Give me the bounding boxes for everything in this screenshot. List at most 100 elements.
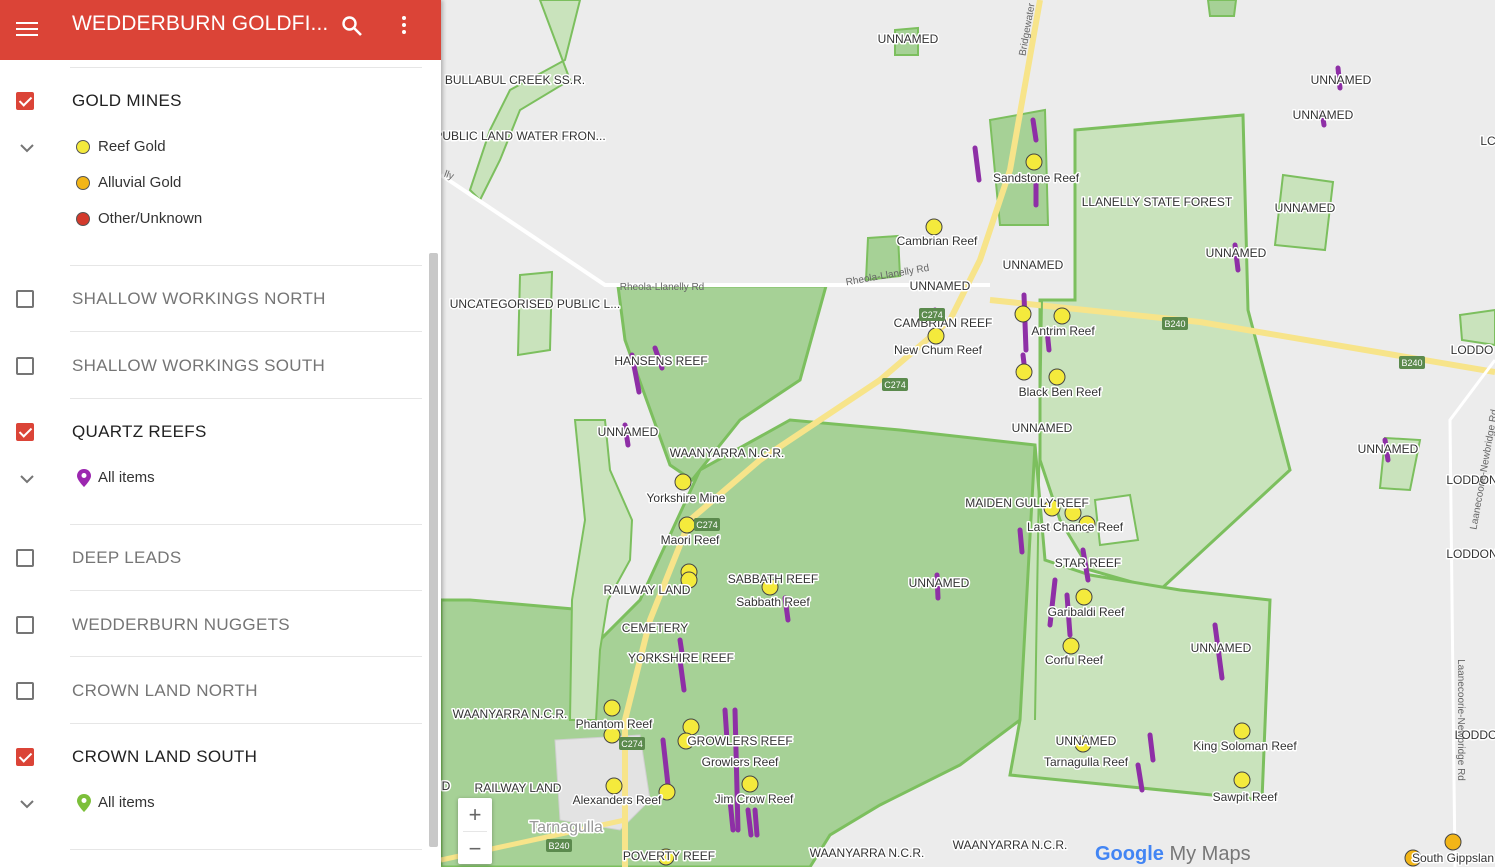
quartz-reef-line bbox=[745, 807, 754, 838]
map-place-label: Yorkshire Mine bbox=[647, 491, 726, 505]
gold-mines-checkbox[interactable] bbox=[16, 92, 34, 110]
layer-gold-mines[interactable]: GOLD MINES bbox=[72, 91, 182, 111]
map-header: WEDDERBURN GOLDFI... bbox=[0, 0, 441, 60]
shallow-workings-north-checkbox[interactable] bbox=[16, 290, 34, 308]
map-place-label: PUBLIC LAND WATER FRON... bbox=[434, 129, 605, 143]
map-place-label: UNNAMED bbox=[1275, 201, 1336, 215]
map-place-label: Corfu Reef bbox=[1045, 653, 1104, 667]
divider bbox=[70, 398, 422, 399]
gold-mine-marker bbox=[1053, 307, 1071, 325]
quartz-reef-line bbox=[1030, 117, 1039, 143]
road-shield-text: B240 bbox=[1401, 358, 1422, 368]
map-place-label: UNNAMED bbox=[878, 32, 939, 46]
map-title[interactable]: WEDDERBURN GOLDFI... bbox=[72, 12, 328, 36]
panel-scrollbar[interactable] bbox=[429, 253, 438, 847]
map-place-label: RAILWAY LAND bbox=[604, 583, 691, 597]
gold-mine-marker bbox=[741, 775, 759, 793]
google-wordmark: Google bbox=[1095, 843, 1164, 865]
map-place-label: Alexanders Reef bbox=[573, 793, 662, 807]
layer-crown-land-north[interactable]: CROWN LAND NORTH bbox=[72, 681, 258, 701]
map-place-label: King Soloman Reef bbox=[1193, 739, 1297, 753]
map-place-label: UNNAMED bbox=[909, 576, 970, 590]
gold-mine-marker bbox=[674, 473, 692, 491]
chevron-down-icon[interactable] bbox=[19, 474, 35, 484]
layer-quartz-reefs[interactable]: QUARTZ REEFS bbox=[72, 422, 207, 442]
chevron-down-icon[interactable] bbox=[19, 143, 35, 153]
gold-mine-marker bbox=[603, 699, 621, 717]
crown-land-north-checkbox[interactable] bbox=[16, 682, 34, 700]
map-place-label: Growlers Reef bbox=[702, 755, 779, 769]
map-place-label: RAILWAY LAND bbox=[475, 781, 562, 795]
map-place-label: UNCATEGORISED PUBLIC L... bbox=[450, 297, 620, 311]
map-place-label: Tarnagulla bbox=[529, 819, 603, 836]
divider bbox=[70, 656, 422, 657]
divider bbox=[70, 590, 422, 591]
map-place-label: Maori Reef bbox=[661, 533, 720, 547]
road-shield-text: B240 bbox=[548, 841, 569, 851]
layer-wedderburn-nuggets[interactable]: WEDDERBURN NUGGETS bbox=[72, 615, 290, 635]
crown-land-south-checkbox[interactable] bbox=[16, 748, 34, 766]
gold-mine-marker bbox=[1025, 153, 1043, 171]
map-place-label: Jim Crow Reef bbox=[715, 792, 794, 806]
map-place-label: Cambrian Reef bbox=[897, 234, 978, 248]
zoom-in-button[interactable]: + bbox=[458, 798, 492, 831]
map-place-label: LC bbox=[1480, 134, 1495, 148]
road-shield-text: B240 bbox=[1164, 319, 1185, 329]
gold-mine-marker bbox=[658, 783, 676, 801]
chevron-down-icon[interactable] bbox=[19, 799, 35, 809]
google-my-maps-logo: Google My Maps bbox=[1095, 843, 1251, 866]
road-label: Rheola-Llanelly Rd bbox=[620, 282, 705, 293]
map-place-label: Sawpit Reef bbox=[1213, 790, 1278, 804]
gold-mine-marker bbox=[1062, 637, 1080, 655]
layer-shallow-workings-north[interactable]: SHALLOW WORKINGS NORTH bbox=[72, 289, 326, 309]
quartz-reef-line bbox=[1017, 527, 1025, 555]
map-place-label: UNNAMED bbox=[1311, 73, 1372, 87]
zoom-control: + − bbox=[458, 798, 492, 864]
road-shield-text: C274 bbox=[621, 739, 643, 749]
zoom-out-button[interactable]: − bbox=[458, 832, 492, 865]
road-label: Laanecoorie-Newbridge Rd bbox=[1455, 659, 1466, 781]
road-shield-text: C274 bbox=[696, 520, 718, 530]
map-place-label: Tarnagulla Reef bbox=[1044, 755, 1129, 769]
map-place-label: LODDO bbox=[1451, 343, 1494, 357]
layers-panel: WEDDERBURN GOLDFI... GOLD MINES Reef Gol… bbox=[0, 0, 441, 867]
road-shield-text: C274 bbox=[921, 310, 943, 320]
menu-icon[interactable] bbox=[16, 18, 38, 42]
road-shield-text: C274 bbox=[884, 380, 906, 390]
quartz-reef-line bbox=[752, 807, 760, 838]
more-options-icon[interactable] bbox=[396, 14, 412, 38]
map-place-label: New Chum Reef bbox=[894, 343, 983, 357]
map-place-label: UNNAMED bbox=[1003, 258, 1064, 272]
gold-mine-marker bbox=[1444, 833, 1462, 851]
divider bbox=[70, 265, 422, 266]
divider bbox=[70, 849, 422, 850]
layer-shallow-workings-south[interactable]: SHALLOW WORKINGS SOUTH bbox=[72, 356, 325, 376]
map-place-label: WAANYARRA N.C.R. bbox=[453, 707, 568, 721]
wedderburn-nuggets-checkbox[interactable] bbox=[16, 616, 34, 634]
quartz-reefs-checkbox[interactable] bbox=[16, 423, 34, 441]
legend-label: Alluvial Gold bbox=[98, 174, 182, 191]
map-place-label: BULLABUL CREEK SS.R. bbox=[445, 73, 585, 87]
map-place-label: WAANYARRA N.C.R. bbox=[810, 846, 925, 860]
purple-pin-icon bbox=[77, 469, 91, 487]
gold-mine-marker bbox=[925, 218, 943, 236]
map-place-label: Sabbath Reef bbox=[736, 595, 810, 609]
shallow-workings-south-checkbox[interactable] bbox=[16, 357, 34, 375]
search-icon[interactable] bbox=[340, 14, 364, 38]
map-place-label: UNNAMED bbox=[598, 425, 659, 439]
gold-mine-marker bbox=[1015, 363, 1033, 381]
my-maps-wordmark: My Maps bbox=[1169, 843, 1251, 865]
layer-deep-leads[interactable]: DEEP LEADS bbox=[72, 548, 181, 568]
legend-label: Reef Gold bbox=[98, 138, 166, 155]
map-place-label: Garibaldi Reef bbox=[1048, 605, 1125, 619]
layer-crown-land-south[interactable]: CROWN LAND SOUTH bbox=[72, 747, 257, 767]
deep-leads-checkbox[interactable] bbox=[16, 549, 34, 567]
map-place-label: UNNAMED bbox=[1056, 734, 1117, 748]
map-place-label: LLANELLY STATE FOREST bbox=[1082, 195, 1233, 209]
quartz-reef-line bbox=[732, 707, 741, 833]
map-place-label: Antrim Reef bbox=[1031, 324, 1095, 338]
map-place-label: WAANYARRA N.C.R. bbox=[953, 838, 1068, 852]
map-place-label: UNNAMED bbox=[910, 279, 971, 293]
map-place-label: Sandstone Reef bbox=[993, 171, 1080, 185]
map-place-label: UNNAMED bbox=[1191, 641, 1252, 655]
